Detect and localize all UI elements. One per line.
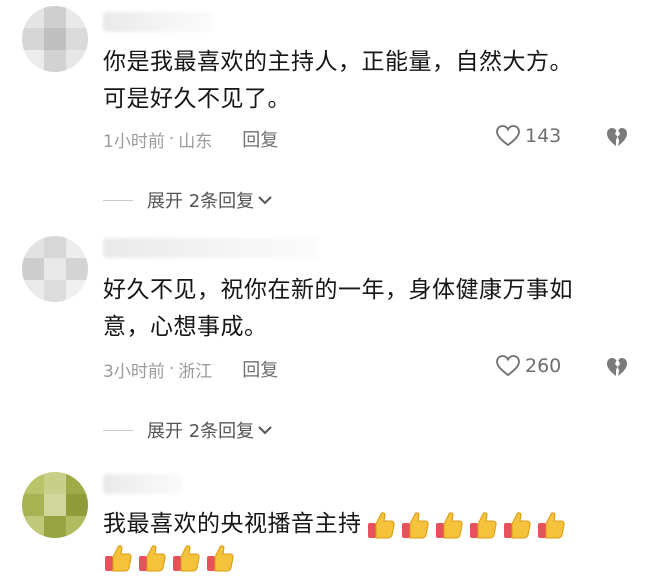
dislike-button[interactable]	[605, 356, 629, 382]
thumbs-up-emoji-icon	[367, 511, 395, 538]
expand-replies-button[interactable]: 展开 2条回复	[103, 187, 273, 213]
comment-line: 意，心想事成。	[103, 314, 268, 340]
reply-button[interactable]: 回复	[242, 126, 278, 152]
comment-line: 我最喜欢的央视播音主持	[103, 511, 362, 537]
thumbs-up-emoji-icon	[173, 545, 200, 572]
expand-label: 展开 2条回复	[147, 191, 255, 212]
dislike-button[interactable]	[605, 126, 629, 152]
reply-button[interactable]: 回复	[242, 356, 278, 382]
timestamp: 3小时前	[103, 361, 165, 382]
comment-line: 你是我最喜欢的主持人，正能量，自然大方。	[103, 49, 573, 75]
like-count: 260	[525, 355, 562, 377]
like-button[interactable]: 260	[495, 354, 561, 378]
expand-replies-button[interactable]: 展开 2条回复	[103, 417, 273, 443]
username-blurred[interactable]	[103, 474, 183, 494]
like-button[interactable]: 143	[495, 124, 561, 148]
meta-separator: ·	[168, 359, 175, 379]
avatar[interactable]	[22, 236, 88, 302]
heart-outline-icon	[496, 355, 520, 377]
expand-label: 展开 2条回复	[147, 421, 255, 442]
location: 浙江	[178, 361, 213, 382]
thumbs-up-emoji-icon	[139, 545, 166, 572]
broken-heart-icon	[607, 128, 627, 146]
divider-line	[103, 429, 133, 431]
like-count: 143	[525, 125, 562, 147]
comment-meta: 3小时前 · 浙江 回复	[103, 356, 278, 382]
divider-line	[103, 199, 133, 201]
thumbs-up-emoji-icon	[207, 545, 234, 572]
emoji-row	[103, 543, 239, 573]
broken-heart-icon	[607, 358, 627, 376]
comment-meta: 1小时前 · 山东 回复	[103, 126, 278, 152]
thumbs-up-emoji-icon	[469, 511, 497, 538]
comment-text: 好久不见，祝你在新的一年，身体健康万事如 意，心想事成。	[103, 272, 573, 346]
comment-text: 你是我最喜欢的主持人，正能量，自然大方。 可是好久不见了。	[103, 44, 573, 118]
comment-line: 可是好久不见了。	[103, 86, 291, 112]
timestamp: 1小时前	[103, 131, 165, 152]
username-blurred[interactable]	[103, 12, 213, 32]
username-blurred[interactable]	[103, 238, 318, 258]
thumbs-up-emoji-icon	[401, 511, 429, 538]
thumbs-up-emoji-icon	[537, 511, 565, 538]
comment-text: 我最喜欢的央视播音主持	[103, 506, 570, 543]
chevron-down-icon	[258, 196, 272, 205]
meta-separator: ·	[168, 129, 175, 149]
heart-outline-icon	[496, 125, 520, 147]
avatar[interactable]	[22, 472, 88, 538]
avatar[interactable]	[22, 6, 88, 72]
thumbs-up-emoji-icon	[105, 545, 132, 572]
location: 山东	[178, 131, 213, 152]
thumbs-up-emoji-icon	[503, 511, 531, 538]
comment-line: 好久不见，祝你在新的一年，身体健康万事如	[103, 277, 573, 303]
emoji-row	[366, 510, 570, 540]
thumbs-up-emoji-icon	[435, 511, 463, 538]
chevron-down-icon	[258, 426, 272, 435]
